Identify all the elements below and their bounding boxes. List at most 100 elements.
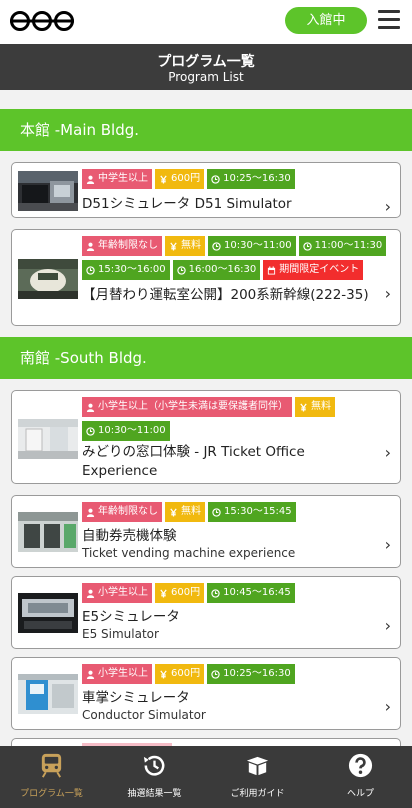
program-title: D51シミュレータ D51 Simulator	[82, 196, 292, 212]
time-tag: 11:00〜11:30	[298, 236, 387, 256]
price-tag: 無料	[165, 236, 205, 256]
time-tag: 10:25〜16:30	[207, 169, 295, 189]
program-card[interactable]: 中学生以上 600円 10:25〜16:30 D51シミュレータ D51 Sim…	[11, 162, 401, 218]
yen-icon	[160, 670, 167, 679]
age-tag: 中学生以上	[82, 169, 152, 189]
calendar-icon	[268, 265, 276, 275]
box-icon	[246, 756, 269, 776]
age-tag: 小学生以上	[82, 583, 152, 603]
yen-icon	[170, 242, 177, 251]
clock-icon	[212, 507, 221, 517]
yen-icon	[300, 403, 307, 412]
program-thumbnail	[18, 674, 78, 714]
program-tags: 年齢制限なし 無料 10:30〜11:00 11:00〜11:30 15:30〜…	[82, 236, 394, 280]
age-tag: 年齢制限なし	[82, 502, 162, 522]
program-tags: 小学生以上 600円 10:45〜16:45	[82, 583, 394, 603]
page-title-jp: プログラム一覧	[157, 54, 255, 70]
clock-icon	[302, 241, 312, 251]
app-screen: 入館中 プログラム一覧 Program List 本館 -Main Bldg. …	[0, 0, 412, 808]
person-icon	[86, 508, 95, 517]
program-subtitle: Ticket vending machine experience	[82, 546, 296, 560]
clock-icon	[211, 669, 220, 679]
time-tag: 10:30〜11:00	[82, 421, 170, 441]
nav-label: ヘルプ	[346, 789, 374, 799]
section-header-main: 本館 -Main Bldg.	[0, 109, 412, 151]
program-tags: 年齢制限なし 無料 15:30〜15:45	[82, 502, 394, 522]
menu-icon[interactable]	[378, 10, 400, 30]
price-tag: 600円	[155, 583, 205, 603]
chevron-right-icon: ›	[384, 616, 391, 635]
program-card[interactable]: 年齢制限なし 無料 10:30〜11:00 11:00〜11:30 15:30〜…	[11, 229, 401, 326]
chevron-right-icon: ›	[384, 284, 391, 303]
program-title: みどりの窓口体験 - JR Ticket Office Experience	[82, 444, 305, 479]
program-thumbnail	[18, 593, 78, 633]
price-tag: 600円	[155, 169, 205, 189]
nav-program-list[interactable]: プログラム一覧	[0, 746, 103, 808]
person-icon	[86, 242, 95, 251]
clock-icon	[86, 426, 95, 436]
checkin-status-button[interactable]: 入館中	[285, 7, 367, 34]
chevron-right-icon: ›	[384, 697, 391, 716]
program-tags: 小学生以上 600円 10:25〜16:30	[82, 664, 394, 684]
person-icon	[86, 670, 95, 679]
history-icon	[143, 755, 165, 776]
clock-icon	[176, 265, 186, 275]
chevron-right-icon: ›	[384, 535, 391, 554]
age-tag: 小学生以上	[82, 664, 152, 684]
program-title: 【月替わり運転室公開】200系新幹線(222-35)	[82, 287, 369, 303]
program-tags: 中学生以上 600円 10:25〜16:30	[82, 169, 394, 189]
nav-label: ご利用ガイド	[230, 789, 285, 799]
person-icon	[86, 175, 95, 184]
chevron-right-icon: ›	[384, 197, 391, 216]
time-tag: 10:45〜16:45	[207, 583, 295, 603]
clock-icon	[86, 265, 95, 275]
program-card[interactable]: 小学生以上 600円 10:45〜16:45 E5シミュレータ E5 Simul…	[11, 576, 401, 649]
yen-icon	[160, 589, 167, 598]
program-card[interactable]: 小学生以上 600円 10:25〜16:30 車掌シミュレータ Conducto…	[11, 657, 401, 730]
clock-icon	[212, 241, 221, 251]
price-tag: 無料	[295, 397, 335, 417]
program-thumbnail	[18, 419, 78, 459]
bottom-nav: プログラム一覧 抽選結果一覧 ご利用ガイド ヘルプ	[0, 746, 412, 808]
price-tag: 600円	[155, 664, 205, 684]
person-icon	[86, 589, 95, 598]
yen-icon	[160, 175, 167, 184]
program-title: 車掌シミュレータ	[82, 690, 190, 706]
chevron-right-icon: ›	[384, 443, 391, 462]
nav-user-guide[interactable]: ご利用ガイド	[206, 746, 309, 808]
program-title: E5シミュレータ	[82, 609, 180, 625]
clock-icon	[211, 588, 220, 598]
price-tag: 無料	[165, 502, 205, 522]
person-icon	[86, 403, 95, 412]
section-header-south: 南館 -South Bldg.	[0, 337, 412, 379]
age-tag: 年齢制限なし	[82, 236, 162, 256]
time-tag: 10:30〜11:00	[208, 236, 296, 256]
page-title-en: Program List	[168, 70, 244, 84]
time-tag: 16:00〜16:30	[172, 260, 261, 280]
program-card[interactable]: 小学生以上（小学生未満は要保護者同伴） 無料 10:30〜11:00 みどりの窓…	[11, 390, 401, 484]
time-tag: 15:30〜16:00	[82, 260, 170, 280]
logo	[10, 11, 74, 31]
time-tag: 10:25〜16:30	[207, 664, 295, 684]
help-icon	[348, 753, 373, 778]
yen-icon	[170, 508, 177, 517]
top-bar: 入館中	[0, 0, 412, 44]
nav-help[interactable]: ヘルプ	[309, 746, 412, 808]
clock-icon	[211, 174, 220, 184]
program-thumbnail	[18, 259, 78, 299]
nav-label: 抽選結果一覧	[127, 789, 182, 799]
program-title: 自動券売機体験	[82, 528, 177, 544]
time-tag: 15:30〜15:45	[208, 502, 296, 522]
event-tag: 期間限定イベント	[263, 260, 364, 280]
age-tag: 小学生以上（小学生未満は要保護者同伴）	[82, 397, 292, 417]
program-card[interactable]: 年齢制限なし 無料 15:30〜15:45 自動券売機体験 Ticket ven…	[11, 495, 401, 568]
program-thumbnail	[18, 171, 78, 211]
train-icon	[41, 753, 62, 778]
nav-lottery-results[interactable]: 抽選結果一覧	[103, 746, 206, 808]
nav-label: プログラム一覧	[20, 789, 83, 799]
page-title: プログラム一覧 Program List	[0, 44, 412, 90]
program-tags: 小学生以上（小学生未満は要保護者同伴） 無料 10:30〜11:00	[82, 397, 394, 441]
program-subtitle: Conductor Simulator	[82, 708, 206, 722]
program-thumbnail	[18, 512, 78, 552]
program-subtitle: E5 Simulator	[82, 627, 159, 641]
